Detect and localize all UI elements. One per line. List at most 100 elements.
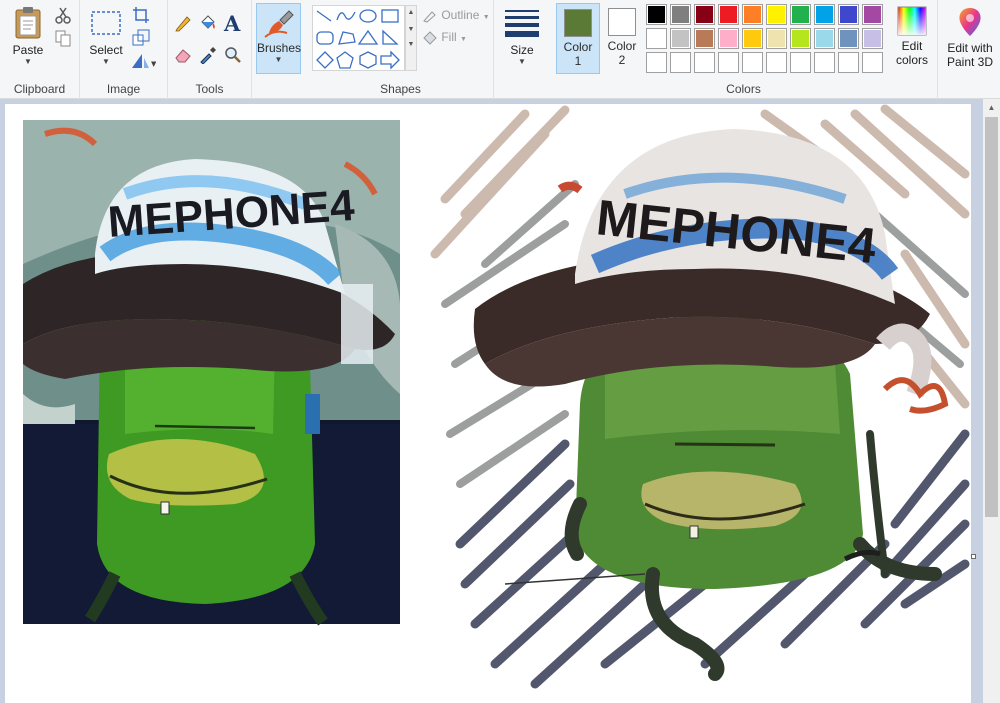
palette-swatch[interactable] <box>694 28 715 49</box>
color1-label: Color <box>563 40 593 54</box>
palette-swatch-color <box>840 6 857 23</box>
palette-swatch-color <box>648 30 665 47</box>
palette-swatch[interactable] <box>862 52 883 73</box>
palette-swatch-color <box>696 30 713 47</box>
brushes-button[interactable]: Brushes ▼ <box>256 3 301 74</box>
color1-swatch <box>564 9 592 37</box>
brushes-label: Brushes <box>257 41 302 55</box>
paste-label: Paste <box>12 43 44 57</box>
palette-swatch[interactable] <box>790 28 811 49</box>
palette-swatch[interactable] <box>718 4 739 25</box>
palette-swatch[interactable] <box>766 28 787 49</box>
palette-swatch[interactable] <box>838 52 859 73</box>
palette-swatch[interactable] <box>694 4 715 25</box>
palette-swatch-color <box>672 6 689 23</box>
pencil-icon[interactable] <box>174 14 192 32</box>
color1-button[interactable]: Color 1 <box>556 3 600 74</box>
paint3d-group: Edit with Paint 3D <box>938 0 1000 99</box>
eraser-icon[interactable] <box>174 46 192 64</box>
workspace: MEPHONE4 MEPHONE4 ▲ <box>0 99 1000 703</box>
palette-swatch-color <box>864 6 881 23</box>
reference-photo: MEPHONE4 <box>23 120 400 626</box>
palette-swatch-color <box>840 54 857 71</box>
palette-swatch-color <box>864 30 881 47</box>
color2-swatch <box>608 8 636 36</box>
shapes-group: ▲ ▼ ▼ Outline ▼ Fill ▼ Shapes <box>308 0 494 99</box>
rotate-icon[interactable]: ▼ <box>130 52 156 70</box>
palette-swatch[interactable] <box>862 28 883 49</box>
color2-button[interactable]: Color 2 <box>600 3 644 74</box>
crop-icon[interactable] <box>132 6 150 24</box>
text-tool-icon[interactable]: A <box>224 11 242 36</box>
palette-swatch[interactable] <box>718 28 739 49</box>
palette-swatch[interactable] <box>694 52 715 73</box>
palette-swatch[interactable] <box>718 52 739 73</box>
clipboard-group-label: Clipboard <box>13 82 66 96</box>
palette-swatch[interactable] <box>670 4 691 25</box>
canvas-resize-handle[interactable] <box>971 554 976 559</box>
svg-text:▼: ▼ <box>151 60 156 68</box>
palette-swatch[interactable] <box>838 28 859 49</box>
shapes-gallery[interactable] <box>312 5 405 71</box>
paste-button[interactable]: Paste ▼ <box>6 2 50 66</box>
palette-swatch-color <box>672 30 689 47</box>
edit-with-paint3d-button[interactable]: Edit with Paint 3D <box>942 2 998 69</box>
palette-swatch[interactable] <box>790 4 811 25</box>
palette-swatch[interactable] <box>790 52 811 73</box>
select-button[interactable]: Select ▼ <box>86 2 126 66</box>
palette-swatch[interactable] <box>742 28 763 49</box>
tools-group: A Tools <box>168 0 252 99</box>
select-icon <box>91 11 121 35</box>
outline-label: Outline <box>441 8 480 22</box>
shapes-gallery-icons <box>316 9 400 70</box>
line-size-icon <box>505 10 539 37</box>
paint3d-label-2: Paint 3D <box>946 55 994 69</box>
copy-icon[interactable] <box>54 29 72 47</box>
palette-swatch[interactable] <box>766 52 787 73</box>
edit-colors-button[interactable]: Edit colors <box>890 2 934 67</box>
palette-swatch[interactable] <box>742 4 763 25</box>
palette-swatch-color <box>816 30 833 47</box>
colors-group: Color 1 Color 2 Edit colors Colors <box>550 0 938 99</box>
color-spectrum-icon <box>897 6 927 36</box>
palette-swatch-color <box>792 6 809 23</box>
palette-swatch[interactable] <box>742 52 763 73</box>
palette-swatch-color <box>696 6 713 23</box>
palette-swatch-color <box>864 54 881 71</box>
palette-swatch-color <box>816 54 833 71</box>
fill-bucket-icon[interactable] <box>199 14 217 32</box>
shapes-scrollbar[interactable]: ▲ ▼ ▼ <box>405 5 417 71</box>
paste-icon <box>15 7 41 39</box>
color2-label: Color <box>607 39 637 53</box>
scroll-up-icon[interactable]: ▲ <box>983 99 1000 116</box>
palette-swatch[interactable] <box>766 4 787 25</box>
cut-icon[interactable] <box>54 6 72 24</box>
size-button[interactable]: Size ▼ <box>500 2 544 66</box>
outline-dropdown[interactable]: Outline ▼ <box>422 8 490 23</box>
palette-swatch[interactable] <box>670 52 691 73</box>
vertical-scrollbar[interactable]: ▲ <box>983 99 1000 703</box>
chevron-down-icon: ▼ <box>102 57 110 66</box>
resize-icon[interactable] <box>132 29 150 47</box>
scrollbar-thumb[interactable] <box>985 117 998 517</box>
palette-swatch-color <box>696 54 713 71</box>
chevron-down-icon: ▼ <box>518 57 526 66</box>
palette-swatch[interactable] <box>814 4 835 25</box>
palette-swatch[interactable] <box>670 28 691 49</box>
palette-swatch[interactable] <box>838 4 859 25</box>
palette-swatch[interactable] <box>814 28 835 49</box>
palette-swatch-color <box>792 54 809 71</box>
palette-swatch-color <box>744 30 761 47</box>
color-picker-icon[interactable] <box>199 46 217 64</box>
magnifier-icon[interactable] <box>224 46 242 64</box>
palette-swatch[interactable] <box>646 52 667 73</box>
fill-dropdown[interactable]: Fill ▼ <box>422 30 467 45</box>
fill-label: Fill <box>441 30 457 44</box>
palette-swatch[interactable] <box>814 52 835 73</box>
image-group-label: Image <box>106 82 141 96</box>
palette-swatch[interactable] <box>862 4 883 25</box>
palette-swatch[interactable] <box>646 4 667 25</box>
drawing-canvas[interactable]: MEPHONE4 MEPHONE4 <box>5 104 971 703</box>
painted-copy: MEPHONE4 <box>430 104 970 689</box>
palette-swatch[interactable] <box>646 28 667 49</box>
